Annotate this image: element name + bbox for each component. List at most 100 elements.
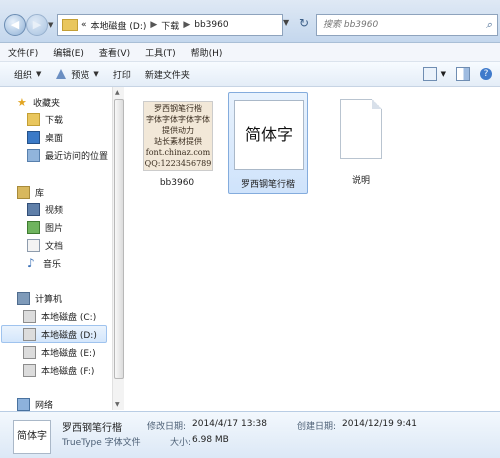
breadcrumb-separator-icon[interactable]: ▶ [183,20,190,30]
thumbnail-line: 提供动力 [162,126,194,135]
file-item-font[interactable]: 简体字 罗西钢笔行楷 [228,92,308,194]
scroll-up-icon[interactable]: ▲ [115,89,120,96]
drive-icon [23,327,36,341]
created-date-value: 2014/12/19 9:41 [342,419,417,429]
refresh-icon[interactable]: ↻ [296,16,312,32]
thumbnail-line: font.chinaz.com [145,148,211,157]
scroll-thumb[interactable] [114,99,124,379]
address-dropdown-icon[interactable]: ▼ [283,18,289,27]
sidebar-item-drive-c[interactable]: 本地磁盘 (C:) [23,308,96,324]
thumbnail-line: 站长素材提供 [154,137,202,146]
sidebar-item-drive-d[interactable]: 本地磁盘 (D:) [1,325,107,343]
sidebar-item-videos[interactable]: 视频 [27,201,63,217]
sidebar-drive-e-label: 本地磁盘 (E:) [41,348,96,359]
sidebar-downloads-label: 下载 [45,115,64,126]
sidebar-item-desktop[interactable]: 桌面 [27,129,63,145]
preview-pane-icon[interactable] [456,67,470,81]
menu-edit[interactable]: 编辑(E) [53,46,84,59]
sidebar-item-computer[interactable]: 计算机 [17,290,62,306]
sidebar-item-drive-e[interactable]: 本地磁盘 (E:) [23,344,96,360]
menu-view[interactable]: 查看(V) [99,46,130,59]
scroll-down-icon[interactable]: ▼ [115,401,120,408]
thumbnail-line: QQ:1223456789 [144,159,212,168]
sidebar-computer-label: 计算机 [35,294,63,305]
modified-date-value: 2014/4/17 13:38 [192,419,267,429]
menu-bar: 文件(F) 编辑(E) 查看(V) 工具(T) 帮助(H) [0,43,500,62]
music-icon: ♪ [27,255,35,270]
print-button[interactable]: 打印 [113,68,131,81]
sidebar-drive-f-label: 本地磁盘 (F:) [41,366,95,377]
sidebar-drive-d-label: 本地磁盘 (D:) [41,330,97,341]
menu-tools[interactable]: 工具(T) [145,46,176,59]
preview-label: 预览 [71,70,90,81]
computer-icon [17,291,30,305]
breadcrumb-folder[interactable]: 下载 [161,19,179,32]
preview-dropdown-icon: ▼ [93,70,99,78]
breadcrumb-separator-icon[interactable]: ▶ [150,20,157,30]
navigation-scrollbar[interactable]: ▲ ▼ [112,87,124,410]
library-icon [17,185,30,199]
thumbnail-line: 罗西钢笔行楷 [154,104,202,113]
pictures-icon [27,220,40,234]
file-name: bb3960 [159,178,195,188]
forward-button[interactable]: ▶ [26,14,48,36]
desktop-icon [27,130,40,144]
search-input[interactable] [321,19,475,31]
font-preview-icon: 简体字 [234,100,304,170]
sidebar-favorites-label: 收藏夹 [33,98,61,109]
details-title: 罗西钢笔行楷 [62,423,122,434]
created-date-label: 创建日期: [297,422,337,432]
view-controls: ▼ ? [413,67,492,81]
organize-button[interactable]: 组织 ▼ [14,68,41,81]
change-view-icon[interactable] [422,67,437,81]
file-item-document[interactable]: 说明 [321,93,401,195]
font-preview-thumbnail: 罗西钢笔行楷 字体字体字体字体 提供动力 站长素材提供 font.chinaz.… [143,101,213,171]
sidebar-item-favorites[interactable]: ★ 收藏夹 [17,94,60,110]
organize-dropdown-icon: ▼ [36,70,42,78]
menu-file[interactable]: 文件(F) [8,46,38,59]
file-item-image[interactable]: 罗西钢笔行楷 字体字体字体字体 提供动力 站长素材提供 font.chinaz.… [137,93,217,195]
preview-icon [56,69,67,79]
modified-date-label: 修改日期: [147,422,187,432]
text-document-icon [340,99,382,159]
sidebar-item-music[interactable]: ♪ 音乐 [27,255,61,271]
size-label: 大小: [170,438,192,448]
file-list: 罗西钢笔行楷 字体字体字体字体 提供动力 站长素材提供 font.chinaz.… [124,87,500,410]
recent-pages-dropdown-icon[interactable]: ▼ [48,21,53,29]
sidebar-documents-label: 文档 [45,241,64,252]
sidebar-videos-label: 视频 [45,205,64,216]
breadcrumb-overflow[interactable]: « [81,20,87,30]
breadcrumb-current[interactable]: bb3960 [194,20,228,30]
sidebar-drive-c-label: 本地磁盘 (C:) [41,312,97,323]
download-folder-icon [27,112,40,126]
sidebar-item-downloads[interactable]: 下载 [27,111,63,127]
title-bar: ◀ ▶ ▼ « 本地磁盘 (D:) ▶ 下载 ▶ bb3960 ▼ ↻ ⌕ [0,0,500,43]
star-icon: ★ [17,95,27,109]
font-sample-image: 罗西钢笔行楷 字体字体字体字体 提供动力 站长素材提供 font.chinaz.… [143,101,213,171]
sidebar-music-label: 音乐 [43,259,62,270]
preview-button[interactable]: 预览 ▼ [55,68,99,81]
sidebar-libraries-label: 库 [35,188,45,199]
help-icon[interactable]: ? [480,68,492,80]
address-bar[interactable]: « 本地磁盘 (D:) ▶ 下载 ▶ bb3960 [57,14,283,36]
menu-help[interactable]: 帮助(H) [191,46,223,59]
video-icon [27,202,40,216]
sidebar-item-recent[interactable]: 最近访问的位置 [27,147,108,163]
sidebar-item-network[interactable]: 网络 [17,396,53,412]
view-dropdown-icon[interactable]: ▼ [441,70,446,78]
sidebar-pictures-label: 图片 [45,223,64,234]
back-button[interactable]: ◀ [4,14,26,36]
organize-label: 组织 [14,70,33,81]
sidebar-item-documents[interactable]: 文档 [27,237,63,253]
search-box[interactable]: ⌕ [316,14,498,36]
sidebar-item-drive-f[interactable]: 本地磁盘 (F:) [23,362,94,378]
documents-icon [27,238,40,252]
sidebar-item-pictures[interactable]: 图片 [27,219,63,235]
drive-icon [23,309,36,323]
new-folder-button[interactable]: 新建文件夹 [145,68,190,81]
sidebar-item-libraries[interactable]: 库 [17,184,44,200]
breadcrumb-drive[interactable]: 本地磁盘 (D:) [91,19,147,32]
search-icon[interactable]: ⌕ [486,18,492,32]
file-name: 罗西钢笔行楷 [240,180,295,190]
sidebar-desktop-label: 桌面 [45,133,64,144]
